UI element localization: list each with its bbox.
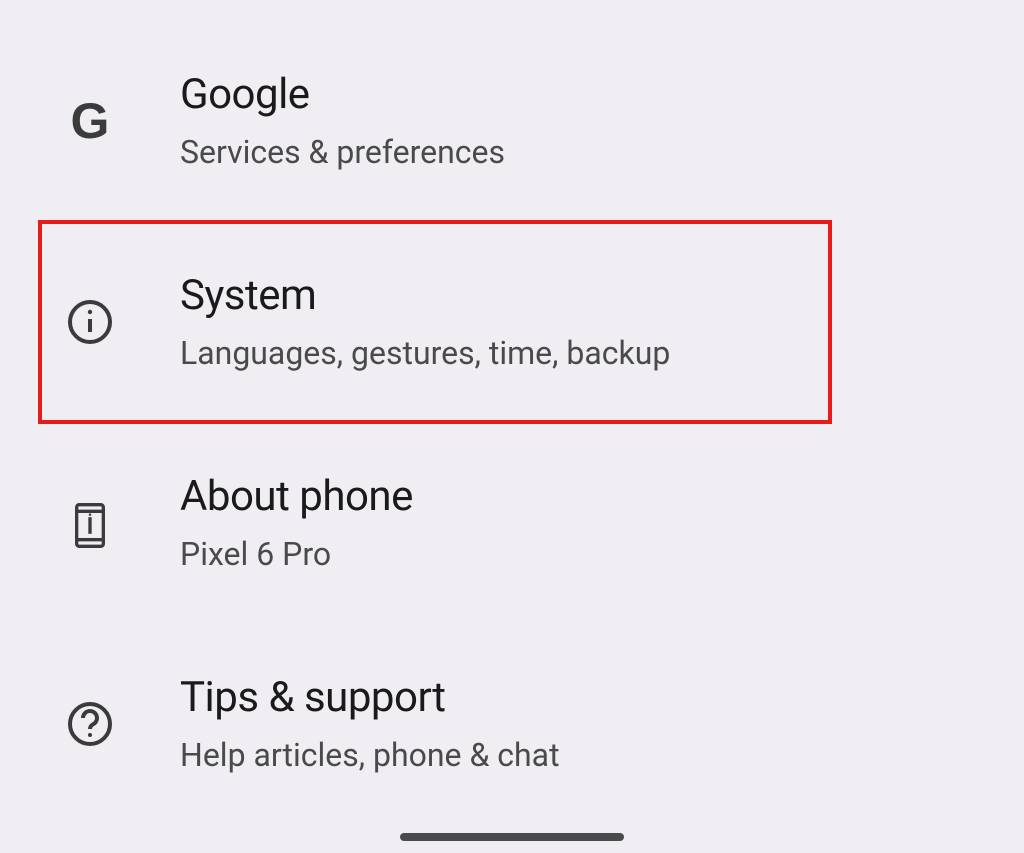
- settings-item-subtitle: Help articles, phone & chat: [180, 736, 1024, 774]
- settings-item-subtitle: Services & preferences: [180, 133, 1024, 171]
- text-col: System Languages, gestures, time, backup: [180, 271, 1024, 372]
- phone-icon: [70, 497, 110, 549]
- settings-item-system[interactable]: System Languages, gestures, time, backup: [0, 241, 1024, 402]
- settings-item-tips-support[interactable]: Tips & support Help articles, phone & ch…: [0, 643, 1024, 804]
- info-circle-icon: [66, 298, 114, 346]
- settings-item-google[interactable]: G Google Services & preferences: [0, 40, 1024, 201]
- icon-wrapper: G: [0, 96, 180, 146]
- google-g-icon: G: [71, 96, 110, 146]
- settings-item-subtitle: Pixel 6 Pro: [180, 535, 1024, 573]
- text-col: About phone Pixel 6 Pro: [180, 472, 1024, 573]
- gesture-nav-handle[interactable]: [400, 833, 624, 841]
- text-col: Google Services & preferences: [180, 70, 1024, 171]
- settings-item-title: System: [180, 271, 1024, 320]
- help-circle-icon: [66, 700, 114, 748]
- icon-wrapper: [0, 700, 180, 748]
- settings-item-about-phone[interactable]: About phone Pixel 6 Pro: [0, 442, 1024, 603]
- settings-list: G Google Services & preferences System L…: [0, 0, 1024, 804]
- settings-item-title: Tips & support: [180, 673, 1024, 722]
- settings-item-title: About phone: [180, 472, 1024, 521]
- settings-item-subtitle: Languages, gestures, time, backup: [180, 334, 1024, 372]
- icon-wrapper: [0, 497, 180, 549]
- text-col: Tips & support Help articles, phone & ch…: [180, 673, 1024, 774]
- icon-wrapper: [0, 298, 180, 346]
- settings-item-title: Google: [180, 70, 1024, 119]
